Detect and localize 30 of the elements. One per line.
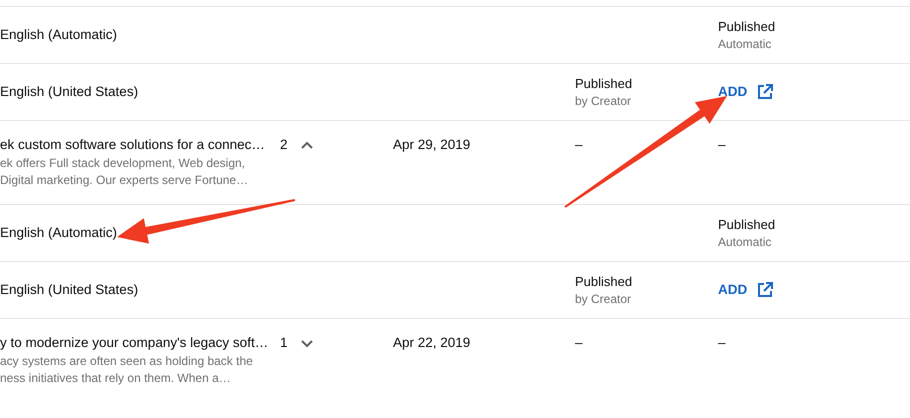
language-name: English (United States) (0, 282, 138, 297)
add-button[interactable]: ADD (718, 84, 774, 100)
status-text: Published (718, 19, 776, 34)
status-text: Published (575, 274, 634, 289)
video-title: ek custom software solutions for a connec… (0, 137, 266, 152)
video-date: Apr 29, 2019 (393, 137, 470, 152)
status-text: Published (718, 217, 776, 232)
video-title: y to modernize your company's legacy soft… (0, 335, 270, 350)
video-description: ek offers Full stack development, Web design, Digital marketing. Our experts serve Fortune… (0, 155, 250, 189)
status-detail: Automatic (718, 235, 772, 249)
language-name: English (Automatic) (0, 27, 118, 42)
add-button[interactable]: ADD (718, 282, 774, 298)
external-link-icon (757, 282, 774, 298)
cell-text: – (718, 137, 726, 152)
cell-text: – (575, 137, 583, 152)
language-count: 1 (280, 335, 288, 350)
status-detail: by Creator (575, 292, 632, 306)
cell-text: – (718, 335, 726, 350)
language-count: 2 (280, 137, 288, 152)
chevron-up-icon[interactable] (300, 140, 314, 150)
video-description: acy systems are often seen as holding back the ness initiatives that rely on them. When a… (0, 353, 254, 387)
language-name: English (United States) (0, 84, 138, 99)
cell-text: – (575, 335, 583, 350)
status-text: Published (575, 76, 634, 91)
external-link-icon (757, 84, 774, 100)
status-detail: Automatic (718, 37, 772, 51)
status-detail: by Creator (575, 94, 632, 108)
language-name: English (Automatic) (0, 225, 118, 240)
chevron-down-icon[interactable] (300, 338, 314, 348)
video-date: Apr 22, 2019 (393, 335, 470, 350)
